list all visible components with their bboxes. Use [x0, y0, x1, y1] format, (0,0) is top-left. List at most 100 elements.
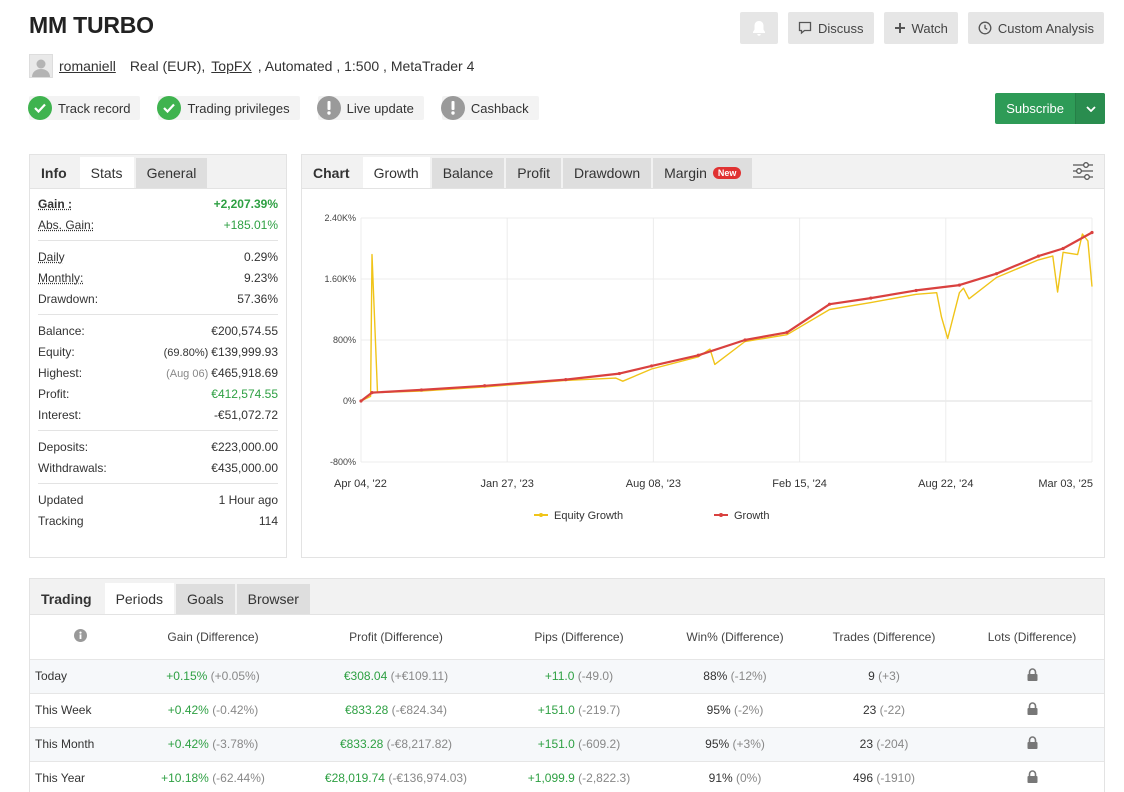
y-tick-label: 2.40K% [324, 213, 356, 223]
subscribe-dropdown[interactable] [1075, 93, 1105, 124]
comment-icon [798, 21, 812, 35]
stats-panel: Info Stats General Gain : +2,207.39% Abs.… [29, 154, 287, 558]
difference: (-2,822.3) [578, 771, 631, 786]
difference: (-49.0) [577, 669, 614, 683]
profit-cell: €28,019.74 (-€136,974.03) [296, 760, 496, 792]
lots-cell [960, 692, 1104, 727]
growth-point [617, 371, 621, 376]
tab-browser[interactable]: Browser [236, 584, 310, 614]
tab-trading[interactable]: Trading [30, 584, 103, 614]
difference: (-22) [879, 703, 906, 717]
plus-icon [894, 23, 905, 33]
x-tick-label: Jan 27, '23 [480, 478, 533, 490]
period-cell: This Month [30, 726, 130, 761]
badge-cashback[interactable]: Cashback [440, 96, 539, 120]
difference: (-609.2) [578, 737, 621, 751]
stat-label[interactable]: Gain : [38, 197, 72, 211]
trades-cell: 23 (-22) [808, 692, 960, 727]
discuss-button[interactable]: Discuss [788, 12, 874, 44]
badge-track-record[interactable]: Track record [28, 96, 141, 120]
stat-deposits: Deposits: €223,000.00 [38, 436, 278, 457]
badge-live-update[interactable]: Live update [316, 96, 424, 120]
discuss-label: Discuss [818, 20, 864, 36]
stat-withdrawals: Withdrawals: €435,000.00 [38, 457, 278, 478]
sliders-icon [1073, 162, 1093, 180]
trades-cell: 9 (+3) [808, 658, 960, 693]
tab-growth[interactable]: Growth [362, 157, 430, 188]
stat-sub: (Aug 06) [166, 367, 209, 380]
lock-icon[interactable] [1027, 668, 1038, 681]
user-link[interactable]: romaniell [59, 58, 116, 74]
subscribe-button[interactable]: Subscribe [995, 93, 1105, 124]
trades-cell: 23 (-204) [808, 726, 960, 761]
pips-cell: +1,099.9 (-2,822.3) [496, 760, 662, 792]
difference: (-3.78%) [212, 737, 259, 751]
stat-label[interactable]: Abs. Gain: [38, 218, 94, 232]
clock-icon [978, 21, 992, 35]
lock-icon[interactable] [1027, 736, 1038, 749]
growth-chart: 2.40K% 1.60K% 800% 0% -800% Apr 04, '22 Jan 27… [324, 213, 1094, 522]
pips-cell: +151.0 (-609.2) [496, 726, 662, 761]
tab-drawdown[interactable]: Drawdown [562, 158, 652, 188]
stat-sub: (69.80%) [163, 346, 209, 359]
badge-label: Cashback [470, 100, 529, 116]
table-row: This Year +10.18% (-62.44%) €28,019.74 (-€… [30, 760, 1104, 792]
notify-button[interactable] [740, 12, 779, 44]
win-cell: 88% (-12%) [662, 658, 808, 693]
badge-label: Trading privileges [187, 100, 290, 116]
value: €833.28 [339, 737, 384, 751]
page-title: MM TURBO [29, 12, 154, 38]
custom-analysis-button[interactable]: Custom Analysis [967, 12, 1104, 44]
difference: (-204) [876, 737, 909, 751]
win-cell: 91% (0%) [662, 760, 808, 792]
table-header: Gain (Difference) Profit (Difference) Pi… [30, 615, 1104, 659]
custom-analysis-label: Custom Analysis [997, 20, 1094, 36]
tab-general[interactable]: General [135, 158, 208, 188]
win-cell: 95% (+3%) [662, 726, 808, 761]
lock-icon[interactable] [1027, 770, 1038, 784]
tab-info[interactable]: Info [30, 158, 78, 188]
difference: (-1910) [876, 771, 916, 786]
stat-label: Drawdown: [38, 291, 99, 306]
broker-link[interactable]: TopFX [211, 58, 251, 74]
chart-settings-button[interactable] [1072, 161, 1094, 184]
tab-stats[interactable]: Stats [79, 157, 134, 188]
value: 88% [703, 669, 728, 683]
difference: (-12%) [730, 669, 767, 683]
lock-icon[interactable] [1027, 702, 1038, 715]
col-trades: Trades (Difference) [832, 629, 936, 644]
badge-trading-privileges[interactable]: Trading privileges [157, 96, 300, 120]
growth-point [785, 330, 789, 334]
info-icon[interactable] [73, 628, 87, 642]
stat-monthly: Monthly: 9.23% [38, 267, 278, 288]
value: €28,019.74 [324, 771, 385, 786]
stat-daily: Daily 0.29% [38, 246, 278, 267]
tab-goals[interactable]: Goals [176, 584, 235, 614]
x-tick-label: Aug 08, '23 [626, 478, 681, 490]
tab-margin[interactable]: Margin New [653, 158, 753, 188]
stat-value: €435,000.00 [211, 460, 278, 475]
value: +11.0 [544, 669, 575, 683]
stat-label: Equity: [38, 344, 75, 359]
exclamation-icon [316, 96, 341, 120]
watch-button[interactable]: Watch [883, 12, 958, 44]
difference: (-€824.34) [391, 703, 448, 717]
info-cell [30, 615, 130, 659]
periods-table: Gain (Difference) Profit (Difference) Pi… [30, 615, 1104, 792]
stat-label: Interest: [38, 407, 82, 422]
tab-chart[interactable]: Chart [302, 158, 361, 188]
difference: (-€136,974.03) [388, 771, 468, 786]
divider [38, 314, 278, 315]
tab-profit[interactable]: Profit [506, 158, 561, 188]
growth-point [914, 288, 918, 293]
tab-periods[interactable]: Periods [104, 583, 175, 614]
growth-point [650, 364, 654, 368]
col-win: Win% (Difference) [686, 629, 784, 644]
stat-label[interactable]: Daily [38, 250, 65, 264]
growth-point [827, 302, 832, 306]
tab-balance[interactable]: Balance [431, 158, 505, 188]
growth-line [360, 231, 1093, 402]
stat-label[interactable]: Monthly: [38, 271, 83, 285]
stat-balance: Balance: €200,574.55 [38, 320, 278, 341]
stat-profit: Profit: €412,574.55 [38, 383, 278, 404]
